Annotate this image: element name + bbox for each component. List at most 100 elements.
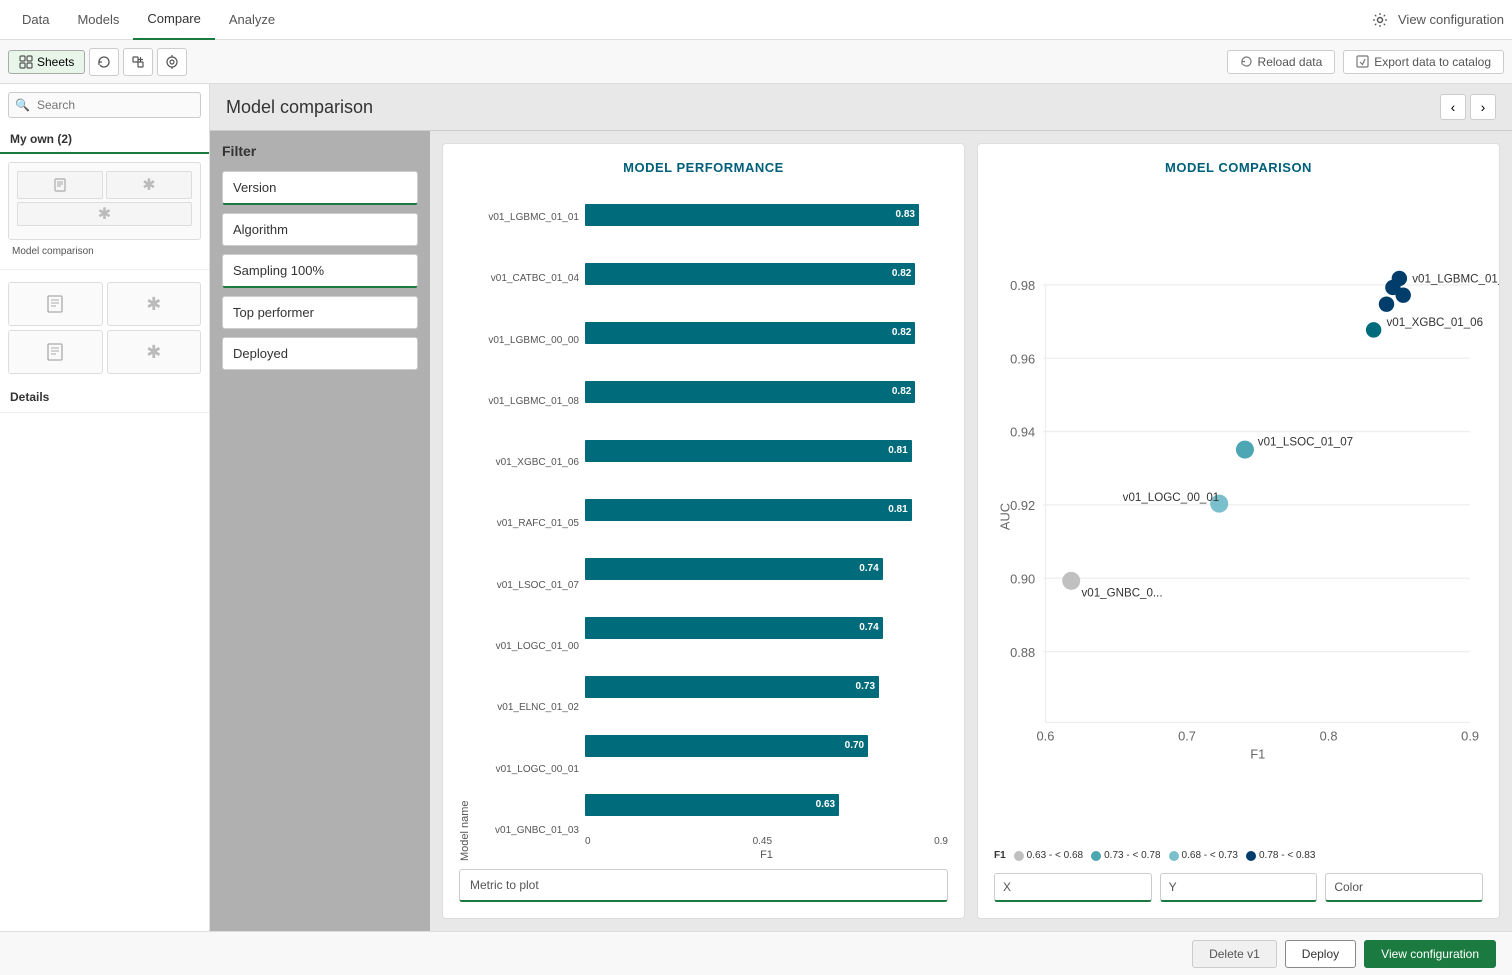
legend-range-4: 0.78 - < 0.83 (1259, 850, 1315, 861)
bar-x-tick: 0.45 (753, 836, 772, 847)
color-input[interactable]: Color (1325, 873, 1483, 902)
bar-x-tick: 0 (585, 836, 591, 847)
svg-text:v01_LGBMC_01_08: v01_LGBMC_01_08 (1412, 273, 1500, 285)
page-nav-btns: ‹ › (1440, 94, 1496, 120)
page-next-btn[interactable]: › (1470, 94, 1496, 120)
target-icon (165, 55, 179, 69)
search-icon: 🔍 (15, 98, 30, 112)
bars-area: 0.83 0.82 0.82 0.82 0.81 0.81 0.74 0.74 0.73 0.70… (585, 187, 948, 832)
sheet-item-detail-4[interactable]: ✱ (107, 330, 202, 374)
bar-row[interactable]: 0.73 (585, 673, 948, 701)
bar-row[interactable]: 0.74 (585, 614, 948, 642)
page-prev-btn[interactable]: ‹ (1440, 94, 1466, 120)
scatter-content: 0.98 0.96 0.94 0.92 0.90 0.88 (994, 187, 1483, 902)
toolbar: Sheets Reload data (0, 40, 1512, 84)
bottom-bar: Delete v1 Deploy View configuration (0, 931, 1512, 975)
asterisk-icon-2: ✱ (98, 204, 111, 224)
toolbar-icon-btn-3[interactable] (157, 48, 187, 76)
svg-text:0.98: 0.98 (1010, 278, 1035, 293)
toolbar-icon-btn-1[interactable] (89, 48, 119, 76)
svg-text:F1: F1 (1250, 746, 1265, 761)
bar-x-label: F1 (585, 849, 948, 861)
y-axis-input[interactable]: Y (1160, 873, 1318, 902)
bar-row[interactable]: 0.82 (585, 260, 948, 288)
sheets-button[interactable]: Sheets (8, 50, 85, 74)
bar-row[interactable]: 0.83 (585, 201, 948, 229)
svg-text:0.7: 0.7 (1178, 728, 1196, 743)
view-config-label: View configuration (1398, 12, 1504, 27)
reload-icon (1240, 55, 1253, 68)
bar-row[interactable]: 0.82 (585, 319, 948, 347)
filter-top-performer[interactable]: Top performer (222, 296, 418, 329)
legend-range-3: 0.68 - < 0.73 (1182, 850, 1238, 861)
legend-range-2: 0.73 - < 0.78 (1104, 850, 1160, 861)
bar-y-label: v01_LOGC_01_00 (475, 616, 579, 677)
bar-y-label: v01_GNBC_01_03 (475, 800, 579, 861)
sheet-grid: ✱ ✱ Model comparison (0, 154, 209, 265)
bar-row[interactable]: 0.81 (585, 437, 948, 465)
deploy-button[interactable]: Deploy (1285, 940, 1356, 968)
detail-icon-1 (40, 289, 70, 319)
filter-deployed[interactable]: Deployed (222, 337, 418, 370)
legend-item-4: 0.78 - < 0.83 (1246, 850, 1315, 861)
bar-row[interactable]: 0.63 (585, 791, 948, 819)
svg-text:v01_XGBC_01_06: v01_XGBC_01_06 (1386, 317, 1483, 329)
toolbar-icon-btn-2[interactable] (123, 48, 153, 76)
bar-y-labels: v01_LGBMC_01_01v01_CATBC_01_04v01_LGBMC_… (475, 187, 585, 861)
metric-to-plot-bar[interactable]: Metric to plot (459, 869, 948, 902)
filter-version[interactable]: Version (222, 171, 418, 205)
main-layout: 🔍 My own (2) ✱ ✱ (0, 84, 1512, 931)
sheet-item-detail-3[interactable] (8, 330, 103, 374)
toolbar-right: Reload data Export data to catalog (1227, 50, 1504, 74)
asterisk-icon-1: ✱ (142, 175, 155, 195)
filter-algorithm[interactable]: Algorithm (222, 213, 418, 246)
reload-button[interactable]: Reload data (1227, 50, 1336, 74)
bar-chart-container: Model name v01_LGBMC_01_01v01_CATBC_01_0… (459, 187, 948, 861)
legend-range-1: 0.63 - < 0.68 (1027, 850, 1083, 861)
bar-axis: 00.450.9 (585, 836, 948, 847)
bar-row[interactable]: 0.70 (585, 732, 948, 760)
page-title: Model comparison (226, 97, 1440, 118)
bar-y-label: v01_LGBMC_01_01 (475, 187, 579, 248)
top-nav: Data Models Compare Analyze View configu… (0, 0, 1512, 40)
view-configuration-button[interactable]: View configuration (1364, 940, 1496, 968)
bar-row[interactable]: 0.74 (585, 555, 948, 583)
view-config-nav[interactable]: View configuration (1372, 12, 1504, 28)
bar-y-label: v01_XGBC_01_06 (475, 432, 579, 493)
nav-compare[interactable]: Compare (133, 0, 214, 40)
sheet-item-detail-2[interactable]: ✱ (107, 282, 202, 326)
search-input[interactable] (8, 92, 201, 118)
svg-text:0.8: 0.8 (1320, 728, 1338, 743)
svg-text:0.94: 0.94 (1010, 425, 1035, 440)
sheet-item-model-comparison[interactable]: ✱ ✱ (8, 162, 201, 240)
svg-text:AUC: AUC (997, 503, 1012, 530)
export-catalog-icon (1356, 55, 1369, 68)
scatter-chart-card: MODEL COMPARISON 0.98 0.96 (977, 143, 1500, 919)
nav-analyze[interactable]: Analyze (215, 0, 289, 40)
delete-button[interactable]: Delete v1 (1192, 940, 1277, 968)
x-axis-input[interactable]: X (994, 873, 1152, 902)
nav-data[interactable]: Data (8, 0, 63, 40)
sheet-item-detail-1[interactable] (8, 282, 103, 326)
search-box: 🔍 (8, 92, 201, 118)
legend-dot-1 (1014, 851, 1024, 861)
y-axis-label: Model name (459, 187, 471, 861)
export-icon (131, 55, 145, 69)
sync-icon (97, 55, 111, 69)
legend-dot-3 (1169, 851, 1179, 861)
bar-chart-title: MODEL PERFORMANCE (459, 160, 948, 175)
doc-icon (53, 178, 67, 192)
bar-row[interactable]: 0.82 (585, 378, 948, 406)
filter-sampling[interactable]: Sampling 100% (222, 254, 418, 288)
nav-models[interactable]: Models (63, 0, 133, 40)
svg-text:0.92: 0.92 (1010, 498, 1035, 513)
bar-row[interactable]: 0.81 (585, 496, 948, 524)
page-header: Model comparison ‹ › (210, 84, 1512, 131)
bar-y-label: v01_LOGC_00_01 (475, 738, 579, 799)
sidebar-section-label: My own (2) (0, 126, 209, 154)
bar-y-label: v01_LGBMC_00_00 (475, 310, 579, 371)
charts-area: MODEL PERFORMANCE Model name v01_LGBMC_0… (430, 131, 1512, 931)
export-catalog-button[interactable]: Export data to catalog (1343, 50, 1504, 74)
metric-to-plot-label: Metric to plot (470, 878, 539, 892)
legend-f1-label: F1 (994, 850, 1006, 861)
